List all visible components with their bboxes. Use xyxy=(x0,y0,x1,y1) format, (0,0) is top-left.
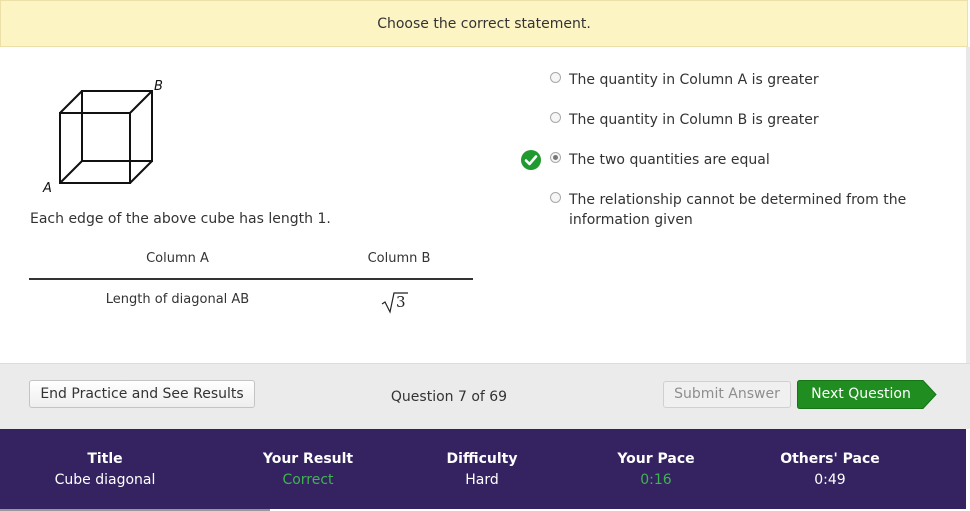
radio-button[interactable] xyxy=(550,192,561,203)
stat-your-pace-header: Your Pace xyxy=(617,451,695,467)
radio-button[interactable] xyxy=(550,72,561,83)
stat-result-value: Correct xyxy=(282,472,334,488)
column-divider xyxy=(29,278,473,280)
stat-title-header: Title xyxy=(87,451,123,467)
column-b-header: Column B xyxy=(367,251,431,266)
vertex-b-label: B xyxy=(154,79,163,94)
next-question-label[interactable]: Next Question xyxy=(797,380,925,409)
stat-difficulty-value: Hard xyxy=(465,472,499,488)
radio-button[interactable] xyxy=(550,112,561,123)
submit-answer-button[interactable]: Submit Answer xyxy=(663,381,791,408)
stat-others-pace-value: 0:49 xyxy=(814,472,846,488)
question-counter: Question 7 of 69 xyxy=(390,389,508,405)
stat-title: Title Cube diagonal xyxy=(35,450,175,490)
stat-difficulty: Difficulty Hard xyxy=(412,450,552,490)
stat-result-header: Your Result xyxy=(262,451,354,467)
column-a-header: Column A xyxy=(146,251,209,266)
end-practice-button[interactable]: End Practice and See Results xyxy=(29,380,255,408)
column-a-value: Length of diagonal AB xyxy=(105,292,250,307)
check-circle-icon xyxy=(520,149,542,175)
next-question-button[interactable]: Next Question xyxy=(797,380,937,409)
question-description: Each edge of the above cube has length 1… xyxy=(30,211,331,227)
vertex-a-label: A xyxy=(42,181,52,195)
stat-others-pace: Others' Pace 0:49 xyxy=(760,450,900,490)
stat-result: Your Result Correct xyxy=(238,450,378,490)
option-label[interactable]: The relationship cannot be determined fr… xyxy=(569,190,919,230)
radicand: 3 xyxy=(396,293,406,311)
stat-your-pace: Your Pace 0:16 xyxy=(586,450,726,490)
option-label[interactable]: The quantity in Column A is greater xyxy=(569,70,869,90)
radio-button-selected[interactable] xyxy=(550,152,561,163)
column-b-value: 3 xyxy=(380,290,416,316)
stat-others-pace-header: Others' Pace xyxy=(780,451,880,467)
stat-your-pace-value: 0:16 xyxy=(640,472,672,488)
question-prompt: Choose the correct statement. xyxy=(0,0,968,47)
cube-figure: A B xyxy=(36,75,176,199)
option-label[interactable]: The quantity in Column B is greater xyxy=(569,110,869,130)
stat-title-value: Cube diagonal xyxy=(54,472,156,488)
stat-difficulty-header: Difficulty xyxy=(446,451,518,467)
scrollbar-edge xyxy=(966,47,970,363)
option-label[interactable]: The two quantities are equal xyxy=(569,150,869,170)
